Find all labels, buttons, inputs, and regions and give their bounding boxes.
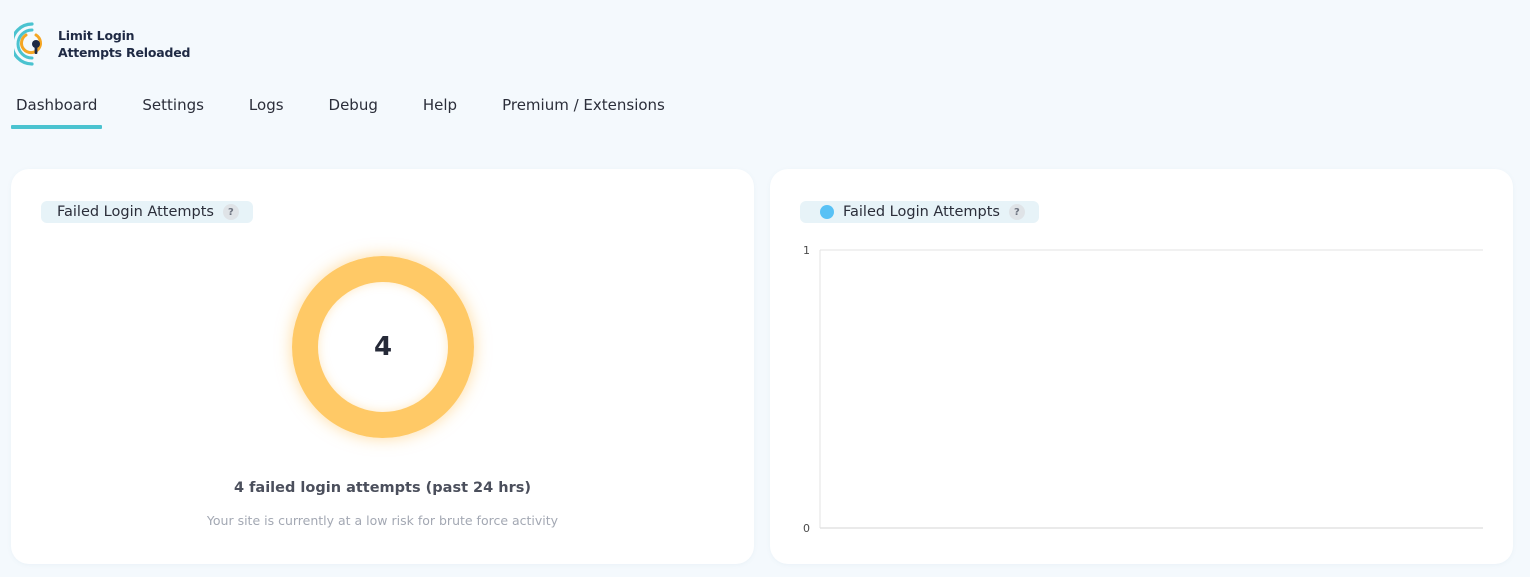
failed-attempts-card: Failed Login Attempts ? 4 4 failed login…: [11, 169, 754, 564]
brand-name-line2: Attempts Reloaded: [58, 45, 191, 60]
y-tick-label-1: 1: [803, 244, 810, 257]
brand-name-line1: Limit Login: [58, 28, 135, 43]
attempts-chart-card: Failed Login Attempts ? 1 0: [770, 169, 1513, 564]
help-icon[interactable]: ?: [222, 204, 239, 220]
tab-dashboard[interactable]: Dashboard: [11, 92, 103, 129]
y-tick-label-0: 0: [803, 522, 810, 535]
lock-shield-icon: [14, 22, 42, 66]
failed-attempts-title: Failed Login Attempts: [57, 204, 214, 220]
tab-logs[interactable]: Logs: [244, 92, 289, 129]
attempts-summary: 4 failed login attempts (past 24 hrs): [233, 480, 532, 496]
tab-settings[interactable]: Settings: [137, 92, 209, 129]
main-nav: Dashboard Settings Logs Debug Help Premi…: [11, 92, 705, 129]
tab-premium-extensions[interactable]: Premium / Extensions: [497, 92, 670, 129]
tab-debug[interactable]: Debug: [324, 92, 383, 129]
brand-name: Limit Login Attempts Reloaded: [58, 27, 190, 61]
attempts-count: 4: [373, 332, 393, 362]
attempts-ring-circle: 4: [292, 256, 474, 438]
attempts-line-chart: 1 0: [803, 244, 1483, 535]
tab-help[interactable]: Help: [418, 92, 462, 129]
failed-attempts-heading: Failed Login Attempts ?: [41, 201, 253, 223]
brand-logo[interactable]: Limit Login Attempts Reloaded: [14, 20, 190, 68]
attempts-ring: 4: [292, 256, 474, 438]
risk-status-text: Your site is currently at a low risk for…: [206, 513, 559, 528]
